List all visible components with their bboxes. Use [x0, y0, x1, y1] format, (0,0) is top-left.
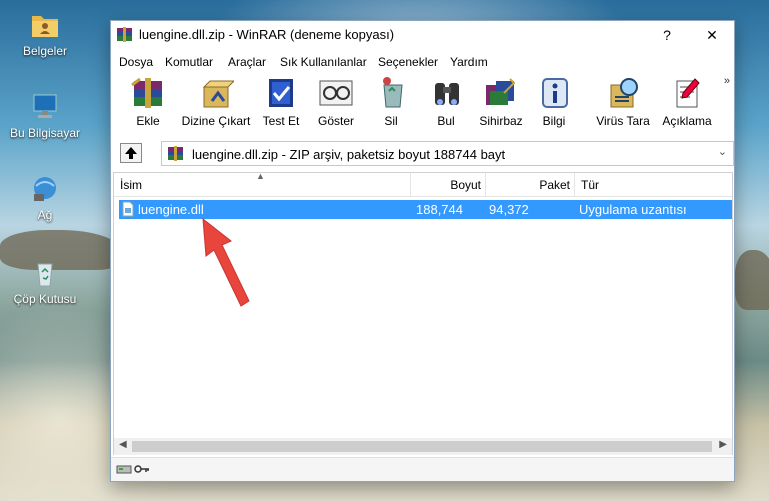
virus-scan-icon	[610, 78, 638, 108]
scrollbar-thumb[interactable]	[132, 441, 712, 452]
scroll-left-icon[interactable]: ◀	[119, 439, 127, 450]
extract-button[interactable]: Dizine Çıkart	[179, 75, 253, 133]
tool-label: Ekle	[136, 114, 160, 128]
menu-file[interactable]: Dosya	[119, 55, 153, 69]
tool-label: Bilgi	[542, 114, 566, 128]
archive-path-text: luengine.dll.zip - ZIP arşiv, paketsiz b…	[192, 147, 506, 162]
window-title: luengine.dll.zip - WinRAR (deneme kopyas…	[139, 27, 395, 42]
desktop-icon-label: Çöp Kutusu	[13, 292, 77, 306]
tool-label: Virüs Tara	[596, 114, 650, 128]
desktop-icon-label: Ağ	[37, 208, 53, 222]
tool-label: Göster	[317, 114, 354, 128]
annotation-arrow-icon	[202, 217, 250, 307]
winrar-archive-icon	[168, 146, 183, 161]
column-packed-label: Paket	[539, 178, 570, 192]
wizard-icon	[486, 78, 516, 105]
column-name-label: İsim	[120, 178, 142, 192]
desktop-icon-documents[interactable]: Belgeler	[0, 10, 90, 58]
file-size: 188,744	[416, 202, 463, 217]
column-type-label: Tür	[581, 178, 599, 192]
horizontal-scrollbar[interactable]: ◀ ▶	[114, 438, 732, 455]
tool-label: Açıklama	[662, 114, 712, 128]
wizard-button[interactable]: Sihirbaz	[477, 75, 525, 133]
up-arrow-icon	[125, 147, 137, 159]
toolbar: Ekle Dizine Çıkart Test Et Göster Sil Bu…	[111, 73, 734, 135]
file-type: Uygulama uzantısı	[579, 202, 687, 217]
tool-label: Test Et	[262, 114, 300, 128]
column-packed[interactable]: Paket	[486, 173, 575, 197]
delete-button[interactable]: Sil	[375, 75, 407, 133]
add-archive-icon	[131, 77, 162, 108]
virus-scan-button[interactable]: Virüs Tara	[595, 75, 651, 133]
menu-favorites[interactable]: Sık Kullanılanlar	[280, 55, 367, 69]
menu-help[interactable]: Yardım	[450, 55, 488, 69]
close-button[interactable]: ✕	[690, 21, 734, 49]
menu-options[interactable]: Seçenekler	[378, 55, 438, 69]
dll-file-icon	[122, 201, 134, 217]
toolbar-overflow-button[interactable]: »	[724, 75, 730, 87]
tool-label: Bul	[437, 114, 455, 128]
column-size[interactable]: Boyut	[411, 173, 486, 197]
drive-icon	[116, 465, 132, 474]
tool-label: Sihirbaz	[479, 114, 523, 128]
extract-icon	[202, 80, 234, 108]
desktop-icon-label: Belgeler	[22, 44, 68, 58]
network-icon	[34, 177, 56, 201]
column-type[interactable]: Tür	[575, 173, 732, 197]
tool-label: Sil	[384, 114, 398, 128]
menu-commands[interactable]: Komutlar	[165, 55, 213, 69]
folder-user-icon	[32, 16, 58, 37]
delete-icon	[383, 77, 403, 108]
address-bar: luengine.dll.zip - ZIP arşiv, paketsiz b…	[111, 140, 734, 167]
sort-ascending-icon: ▲	[256, 171, 265, 181]
column-size-label: Boyut	[450, 178, 481, 192]
test-button[interactable]: Test Et	[261, 75, 301, 133]
info-icon	[542, 78, 568, 108]
file-packed-size: 94,372	[489, 202, 529, 217]
wallpaper-rock	[735, 250, 769, 310]
desktop-icon-this-pc[interactable]: Bu Bilgisayar	[0, 92, 90, 140]
view-icon	[319, 80, 353, 106]
menu-bar: Dosya Komutlar Araçlar Sık Kullanılanlar…	[111, 51, 734, 73]
find-icon	[435, 83, 459, 105]
test-icon	[269, 79, 293, 107]
key-icon	[134, 465, 149, 473]
menu-tools[interactable]: Araçlar	[228, 55, 266, 69]
winrar-app-icon	[117, 27, 132, 42]
recycle-bin-icon	[37, 263, 53, 287]
status-bar	[111, 457, 734, 481]
info-button[interactable]: Bilgi	[537, 75, 571, 133]
column-name[interactable]: İsim ▲	[114, 171, 411, 197]
desktop-icon-network[interactable]: Ağ	[0, 174, 90, 222]
scroll-right-icon[interactable]: ▶	[719, 439, 727, 450]
column-header-row: İsim ▲ Boyut Paket Tür	[114, 171, 732, 197]
computer-icon	[33, 94, 57, 118]
help-button[interactable]: ?	[645, 21, 689, 49]
find-button[interactable]: Bul	[429, 75, 463, 133]
view-button[interactable]: Göster	[313, 75, 359, 133]
desktop-icon-label: Bu Bilgisayar	[9, 126, 81, 140]
tool-label: Dizine Çıkart	[181, 114, 251, 128]
comment-button[interactable]: Açıklama	[659, 75, 715, 133]
desktop-icon-recycle-bin[interactable]: Çöp Kutusu	[0, 258, 90, 306]
archive-path-dropdown[interactable]: luengine.dll.zip - ZIP arşiv, paketsiz b…	[161, 141, 734, 166]
chevron-down-icon[interactable]: ⌄	[718, 145, 727, 158]
up-folder-button[interactable]	[120, 143, 142, 163]
file-name: luengine.dll	[138, 202, 204, 217]
title-bar[interactable]: luengine.dll.zip - WinRAR (deneme kopyas…	[111, 21, 734, 49]
add-button[interactable]: Ekle	[123, 75, 173, 133]
comment-icon	[676, 78, 700, 108]
